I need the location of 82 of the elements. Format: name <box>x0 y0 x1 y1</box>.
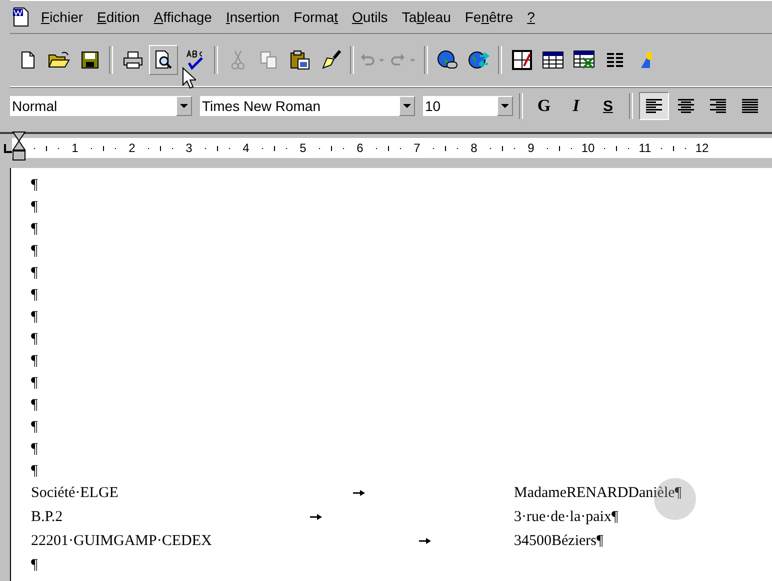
blank-page-icon <box>20 51 36 69</box>
document-icon[interactable] <box>12 7 30 27</box>
tab-arrow-icon <box>353 490 365 496</box>
tab-arrow-icon <box>310 514 322 520</box>
dropdown-arrow-icon <box>501 104 509 108</box>
font-dropdown[interactable]: Times New Roman <box>200 96 415 116</box>
globe-link-icon <box>436 50 458 70</box>
ruler-number: 12 <box>694 141 710 155</box>
align-lines-icon <box>677 98 695 114</box>
ruler-number: 8 <box>470 141 478 155</box>
paragraph-mark: ¶ <box>31 557 38 573</box>
table-grid-icon <box>542 51 564 69</box>
style-dropdown[interactable]: Normal <box>10 96 192 116</box>
menu-item[interactable]: Tableau <box>396 9 457 25</box>
menu-item[interactable]: Insertion <box>220 9 286 25</box>
paragraph-mark: ¶ <box>31 265 38 281</box>
mouse-pointer-icon <box>182 67 196 89</box>
paragraph-mark: ¶ <box>31 331 38 347</box>
spelling-check-icon <box>184 50 204 70</box>
dropdown-arrow-icon <box>403 104 411 108</box>
ruler-number: 6 <box>356 141 364 155</box>
paragraph-mark: ¶ <box>31 353 38 369</box>
font-size-dropdown[interactable]: 10 <box>423 96 513 116</box>
sender-address-line: 22201·GUIMGAMP·CEDEX <box>31 533 212 549</box>
undo-arrow-icon <box>360 52 387 68</box>
scissors-icon <box>230 50 244 70</box>
indent-marker-icon[interactable] <box>12 131 26 161</box>
draw-table-icon <box>512 50 532 70</box>
sender-address-line: Société·ELGE <box>31 485 118 501</box>
dropdown-arrow-icon <box>180 104 188 108</box>
sender-address-line: B.P.2 <box>31 509 63 525</box>
tab-arrow-icon <box>419 538 431 544</box>
drawing-shapes-icon <box>640 50 652 70</box>
ruler-number: 7 <box>412 141 422 155</box>
italic-button[interactable]: I <box>561 92 591 120</box>
paragraph-mark: ¶ <box>31 375 38 391</box>
bold-button[interactable]: G <box>529 92 559 120</box>
clipboard-icon <box>290 50 310 70</box>
ruler-number: 3 <box>184 141 194 155</box>
underline-button[interactable]: S <box>593 92 623 120</box>
align-lines-icon <box>645 98 663 114</box>
align-lines-icon <box>709 98 727 114</box>
folder-icon <box>48 51 70 69</box>
ruler-number: 10 <box>580 141 596 155</box>
copy-pages-icon <box>260 51 278 69</box>
paragraph-mark: ¶ <box>31 397 38 413</box>
menu-item[interactable]: ? <box>521 9 541 25</box>
paragraph-mark: ¶ <box>31 221 38 237</box>
paragraph-mark: ¶ <box>31 463 38 479</box>
paragraph-mark: ¶ <box>31 199 38 215</box>
ruler-number: 2 <box>128 141 136 155</box>
align-button[interactable] <box>639 92 669 120</box>
align-lines-icon <box>741 98 759 114</box>
menu-item[interactable]: Affichage <box>148 9 218 25</box>
paragraph-mark: ¶ <box>31 419 38 435</box>
menu-item[interactable]: Outils <box>346 9 394 25</box>
paragraph-mark: ¶ <box>31 287 38 303</box>
ruler-number: 9 <box>526 141 536 155</box>
paintbrush-icon <box>320 50 342 70</box>
recipient-address-line: 3·rue·de·la·paix¶ <box>514 508 618 527</box>
spreadsheet-icon <box>572 50 594 70</box>
printer-icon <box>122 51 142 69</box>
ruler-number: 11 <box>638 141 652 155</box>
ruler-number: 4 <box>242 141 250 155</box>
menu-item[interactable]: Fenêtre <box>458 9 520 25</box>
magnifier-page-icon <box>154 50 172 70</box>
redo-arrow-icon <box>391 52 418 68</box>
globe-arrows-icon <box>468 50 490 70</box>
recipient-address-line: MadameRENARDDanièle¶ <box>514 484 682 503</box>
menu-item[interactable]: Format <box>288 9 344 25</box>
recipient-address-line: 34500Béziers¶ <box>514 532 604 551</box>
paragraph-mark: ¶ <box>31 243 38 259</box>
tab-stop-icon[interactable] <box>4 144 12 154</box>
paragraph-mark: ¶ <box>31 309 38 325</box>
ruler-number: 1 <box>70 141 80 155</box>
toolbar-button[interactable] <box>149 45 178 75</box>
columns-icon <box>606 52 624 68</box>
paragraph-mark: ¶ <box>31 177 38 193</box>
menu-item[interactable]: Fichier <box>35 9 90 25</box>
ruler-number: 5 <box>298 141 308 155</box>
paragraph-mark: ¶ <box>31 441 38 457</box>
menu-item[interactable]: Edition <box>91 9 146 25</box>
